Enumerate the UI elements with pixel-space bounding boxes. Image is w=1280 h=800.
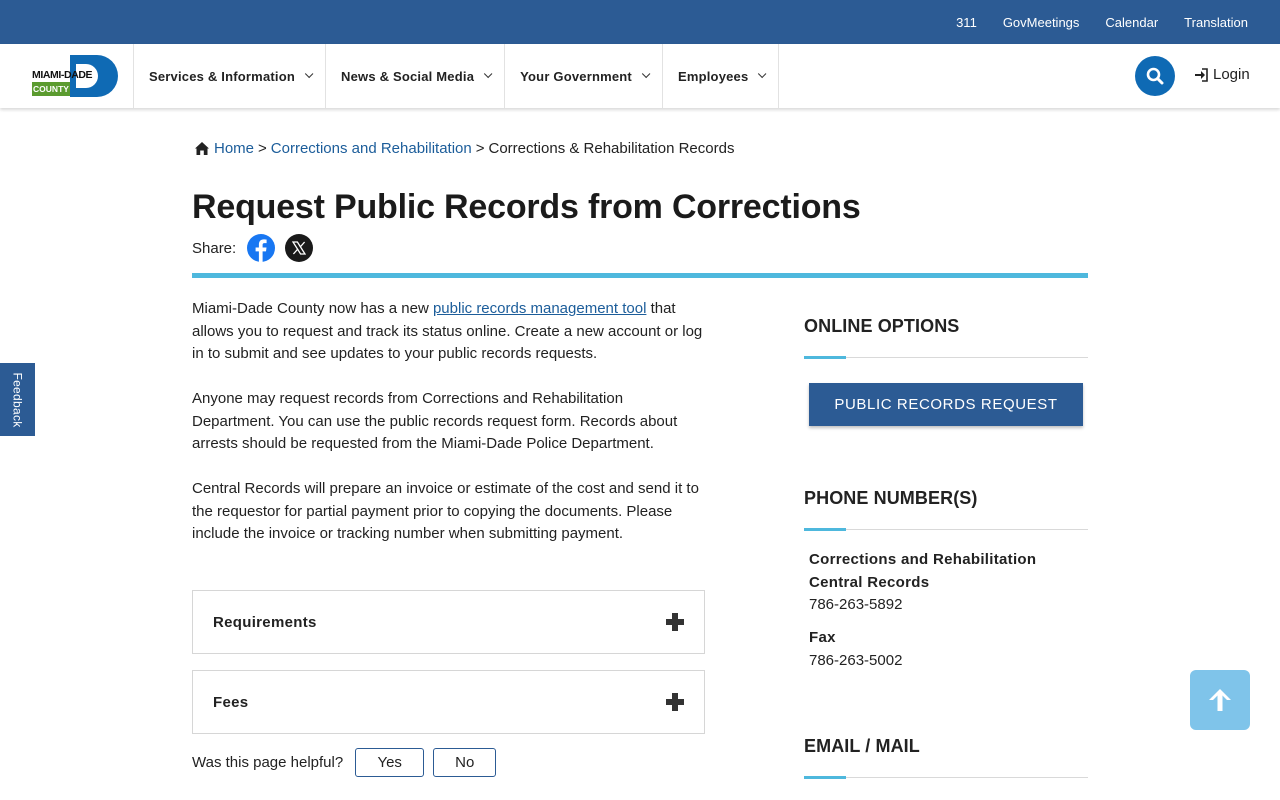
online-options-divider	[804, 356, 1088, 359]
utility-links: 311 GovMeetings Calendar Translation	[956, 0, 1248, 44]
search-button[interactable]	[1135, 56, 1175, 96]
phone-numbers-divider	[804, 528, 1088, 531]
accordion-label: Fees	[213, 693, 249, 711]
online-options-heading: ONLINE OPTIONS	[804, 316, 960, 336]
facebook-share-button[interactable]	[247, 234, 276, 262]
share-bar: Share:	[192, 234, 314, 262]
login-link[interactable]: Login	[1194, 66, 1250, 83]
utility-link-311[interactable]: 311	[956, 15, 977, 30]
contact-phone[interactable]: 786-263-5892	[809, 594, 1036, 617]
title-divider	[192, 273, 1088, 278]
accordion-requirements[interactable]: Requirements	[192, 590, 705, 654]
main-nav: Services & Information News & Social Med…	[133, 44, 780, 108]
nav-item-label: Services & Information	[149, 68, 295, 84]
utility-bar: 311 GovMeetings Calendar Translation	[0, 0, 1280, 44]
home-icon	[195, 142, 209, 155]
nav-item-employees[interactable]: Employees	[661, 44, 780, 108]
payment-paragraph: Central Records will prepare an invoice …	[192, 480, 699, 542]
helpful-feedback: Was this page helpful? Yes No	[192, 748, 497, 777]
chevron-down-icon	[758, 69, 767, 79]
contact-phone[interactable]: 786-263-5002	[809, 650, 902, 673]
search-icon	[1146, 67, 1164, 85]
breadcrumb-corrections[interactable]: Corrections and Rehabilitation	[271, 140, 472, 157]
nav-item-label: News & Social Media	[341, 68, 475, 84]
email-mail-divider	[804, 776, 1088, 779]
chevron-down-icon	[304, 69, 314, 79]
sign-in-icon	[1195, 67, 1208, 82]
page-title: Request Public Records from Corrections	[192, 188, 861, 226]
intro-text-before: Miami-Dade County now has a new	[192, 300, 433, 317]
share-label: Share:	[192, 239, 237, 257]
breadcrumb-home[interactable]: Home	[214, 140, 254, 157]
accordion-fees[interactable]: Fees	[192, 670, 705, 734]
feedback-label: Feedback	[10, 371, 25, 428]
county-logo[interactable]: MIAMI-DADE COUNTY	[32, 55, 118, 97]
nav-item-government[interactable]: Your Government	[504, 44, 662, 108]
facebook-icon	[255, 239, 267, 262]
breadcrumb-separator: >	[258, 140, 267, 157]
logo-bottom-text: COUNTY	[32, 82, 70, 96]
plus-icon	[666, 693, 684, 711]
utility-link-translation[interactable]: Translation	[1184, 15, 1248, 30]
feedback-tab[interactable]: Feedback	[0, 363, 35, 436]
helpful-no-button[interactable]: No	[433, 748, 497, 777]
helpful-yes-button[interactable]: Yes	[355, 748, 425, 777]
utility-link-govmeetings[interactable]: GovMeetings	[1003, 15, 1080, 30]
contact-name: Fax	[809, 629, 836, 646]
public-records-request-button[interactable]: PUBLIC RECORDS REQUEST	[809, 383, 1083, 426]
contact-name: Corrections and Rehabilitation	[809, 551, 1037, 568]
chevron-down-icon	[484, 69, 493, 79]
chevron-down-icon	[641, 69, 651, 79]
login-label: Login	[1213, 66, 1250, 83]
breadcrumb-current: Corrections & Rehabilitation Records	[488, 140, 735, 157]
breadcrumb: Home > Corrections and Rehabilitation > …	[194, 140, 734, 157]
logo-top-text: MIAMI-DADE	[32, 69, 93, 81]
main-content: Miami-Dade County now has a new public r…	[192, 298, 705, 568]
intro-paragraph: Miami-Dade County now has a new public r…	[192, 298, 705, 366]
request-paragraph: Anyone may request records from Correcti…	[192, 390, 678, 452]
nav-item-label: Employees	[677, 68, 749, 84]
nav-item-news[interactable]: News & Social Media	[325, 44, 504, 108]
x-icon	[292, 241, 307, 255]
contact-name-subline: Central Records	[809, 573, 930, 591]
contact-fax: Fax 786-263-5002	[809, 627, 902, 672]
utility-link-calendar[interactable]: Calendar	[1105, 15, 1158, 30]
main-header: MIAMI-DADE COUNTY Services & Information…	[0, 44, 1280, 108]
x-share-button[interactable]	[285, 234, 314, 262]
accordion-label: Requirements	[213, 613, 317, 631]
phone-numbers-heading: PHONE NUMBER(S)	[804, 488, 978, 508]
breadcrumb-separator: >	[475, 140, 485, 157]
plus-icon	[666, 613, 684, 631]
helpful-question: Was this page helpful?	[192, 754, 344, 771]
arrow-up-icon	[1209, 689, 1231, 711]
back-to-top-button[interactable]	[1190, 670, 1250, 730]
nav-item-label: Your Government	[520, 68, 632, 84]
nav-item-services[interactable]: Services & Information	[133, 44, 325, 108]
records-tool-link[interactable]: public records management tool	[433, 300, 646, 317]
contact-central-records: Corrections and Rehabilitation Central R…	[809, 549, 1036, 617]
email-mail-heading: EMAIL / MAIL	[804, 736, 920, 756]
